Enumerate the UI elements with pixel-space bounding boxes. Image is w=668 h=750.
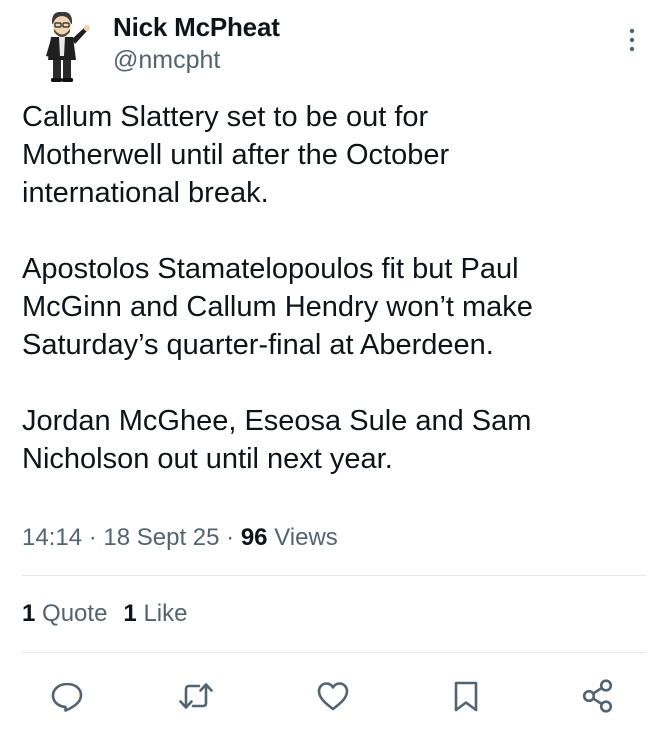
divider	[22, 575, 646, 576]
share-icon	[582, 679, 613, 713]
meta-separator: ·	[219, 524, 241, 551]
tweet: Nick McPheat @nmcpht Callum Slattery set…	[0, 0, 668, 750]
quotes-count: 1	[22, 600, 36, 627]
divider	[22, 652, 646, 653]
bookmark-button[interactable]	[446, 676, 486, 716]
bookmark-icon	[454, 681, 478, 712]
more-vertical-icon[interactable]	[622, 24, 642, 56]
likes-count: 1	[123, 600, 137, 627]
engagement-stats: 1 Quote 1 Like	[22, 600, 187, 628]
author-handle[interactable]: @nmcpht	[113, 46, 220, 75]
repost-icon	[179, 683, 213, 709]
tweet-time[interactable]: 14:14	[22, 524, 82, 551]
quotes-stat[interactable]: 1 Quote	[22, 600, 107, 627]
repost-button[interactable]	[176, 676, 216, 716]
views-label: Views	[274, 524, 338, 551]
author-name[interactable]: Nick McPheat	[113, 12, 280, 43]
views-count: 96	[240, 524, 268, 551]
tweet-date[interactable]: 18 Sept 25	[103, 524, 219, 551]
quotes-label: Quote	[42, 600, 108, 627]
like-button[interactable]	[313, 676, 353, 716]
tweet-text: Callum Slattery set to be out for Mother…	[22, 101, 533, 475]
avatar[interactable]	[22, 6, 102, 86]
reply-button[interactable]	[47, 676, 87, 716]
likes-label: Like	[143, 600, 188, 627]
reply-icon	[51, 682, 83, 712]
tweet-meta: 14:14 · 18 Sept 25 · 96 Views	[22, 524, 338, 552]
likes-stat[interactable]: 1 Like	[123, 600, 187, 627]
meta-separator: ·	[82, 524, 104, 551]
share-button[interactable]	[578, 676, 618, 716]
heart-icon	[317, 682, 349, 711]
avatar-bitmoji-icon	[46, 11, 91, 82]
